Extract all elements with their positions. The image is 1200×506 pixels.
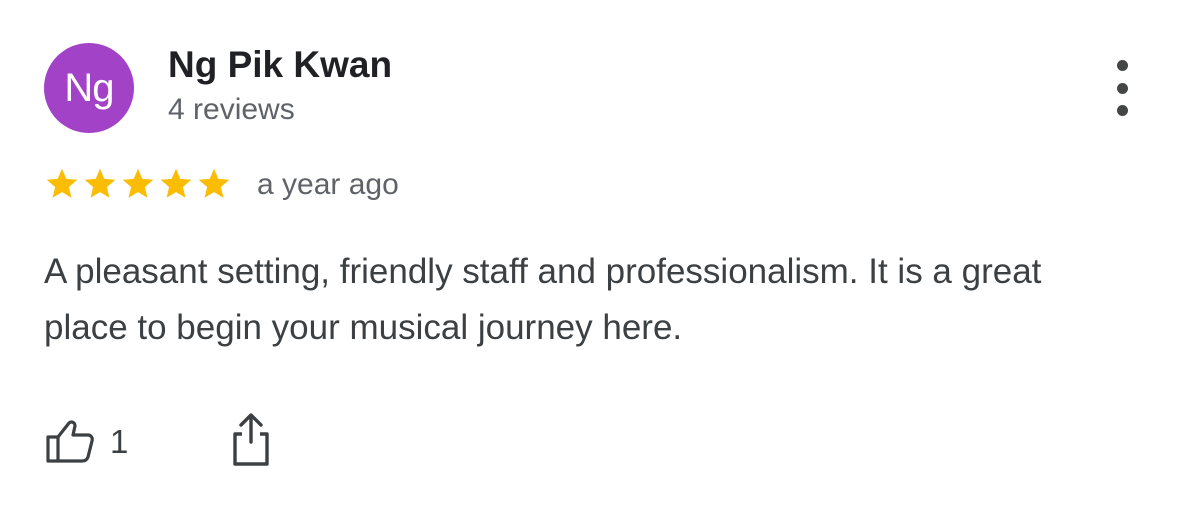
star-icon <box>198 168 230 198</box>
author-name[interactable]: Ng Pik Kwan <box>168 44 392 86</box>
star-icon <box>46 168 78 198</box>
thumbs-up-icon <box>46 420 94 463</box>
more-options-button[interactable] <box>1104 60 1140 116</box>
review-text: A pleasant setting, friendly staff and p… <box>44 252 1042 347</box>
more-vert-icon <box>1116 60 1128 116</box>
star-icon <box>84 168 116 198</box>
share-icon <box>233 413 269 466</box>
review-count[interactable]: 4 reviews <box>168 93 295 127</box>
star-icon <box>122 168 154 198</box>
share-button[interactable] <box>226 410 276 468</box>
like-count: 1 <box>110 423 129 460</box>
avatar[interactable]: Ng <box>44 43 134 133</box>
review-card: Ng Ng Pik Kwan 4 reviews a year ago A pl… <box>0 0 1200 506</box>
star-icon <box>160 168 192 198</box>
avatar-initials: Ng <box>64 65 114 110</box>
star-rating <box>44 166 232 204</box>
like-button[interactable]: 1 <box>44 416 128 468</box>
review-time: a year ago <box>257 168 399 201</box>
